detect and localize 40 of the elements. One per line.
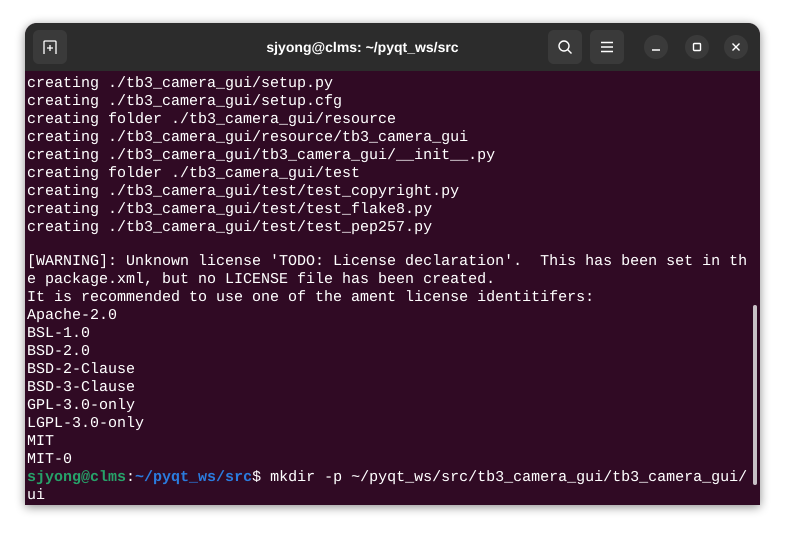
terminal-line: creating ./tb3_camera_gui/setup.cfg (27, 93, 342, 111)
terminal-line: Apache-2.0 (27, 307, 118, 325)
prompt-user: sjyong@clms (27, 469, 126, 487)
prompt-path: ~/pyqt_ws/src (135, 469, 252, 487)
maximize-button[interactable] (685, 35, 709, 59)
terminal-line: ui (27, 487, 46, 505)
prompt-separator: : (126, 469, 136, 487)
terminal-line: MIT-0 (27, 451, 72, 469)
new-tab-icon (42, 39, 58, 55)
terminal-line: creating ./tb3_camera_gui/tb3_camera_gui/__init__.py (27, 147, 496, 165)
terminal-line: BSL-1.0 (27, 325, 90, 343)
terminal-line: creating ./tb3_camera_gui/test/test_pep257.py (27, 219, 432, 237)
terminal-line: BSD-2.0 (27, 343, 90, 361)
terminal-line: LGPL-3.0-only (27, 415, 144, 433)
terminal-line: BSD-3-Clause (27, 379, 136, 397)
search-button[interactable] (548, 30, 582, 64)
terminal-line: creating ./tb3_camera_gui/setup.py (27, 75, 334, 93)
terminal-line: BSD-2-Clause (27, 361, 136, 379)
terminal-line: creating ./tb3_camera_gui/resource/tb3_camera_gui (27, 129, 468, 147)
new-tab-button[interactable] (33, 30, 67, 64)
terminal-line: creating folder ./tb3_camera_gui/resource (27, 111, 396, 129)
minimize-button[interactable] (644, 35, 668, 59)
menu-icon (600, 41, 614, 53)
scrollbar-thumb[interactable] (753, 305, 757, 485)
search-icon (557, 39, 573, 55)
terminal-line: It is recommended to use one of the ament license identitifers: (27, 289, 594, 307)
window-title: sjyong@clms: ~/pyqt_ws/src (266, 38, 459, 57)
terminal-line: creating ./tb3_camera_gui/test/test_copyright.py (27, 183, 460, 201)
menu-button[interactable] (590, 30, 624, 64)
command-text: $ mkdir -p ~/pyqt_ws/src/tb3_camera_gui/tb3_camera_gui/ (252, 469, 748, 487)
terminal-line: e package.xml, but no LICENSE file has been created. (27, 271, 496, 289)
terminal-line: creating ./tb3_camera_gui/test/test_flake8.py (27, 201, 432, 219)
close-icon (731, 42, 741, 52)
terminal-line: MIT (27, 433, 54, 451)
terminal-line: GPL-3.0-only (27, 397, 136, 415)
terminal-line: [WARNING]: Unknown license 'TODO: License declaration'. This has been set in th (27, 253, 748, 271)
terminal-line: creating folder ./tb3_camera_gui/test (27, 165, 360, 183)
minimize-icon (652, 49, 660, 51)
maximize-icon (692, 42, 702, 52)
close-button[interactable] (724, 35, 748, 59)
